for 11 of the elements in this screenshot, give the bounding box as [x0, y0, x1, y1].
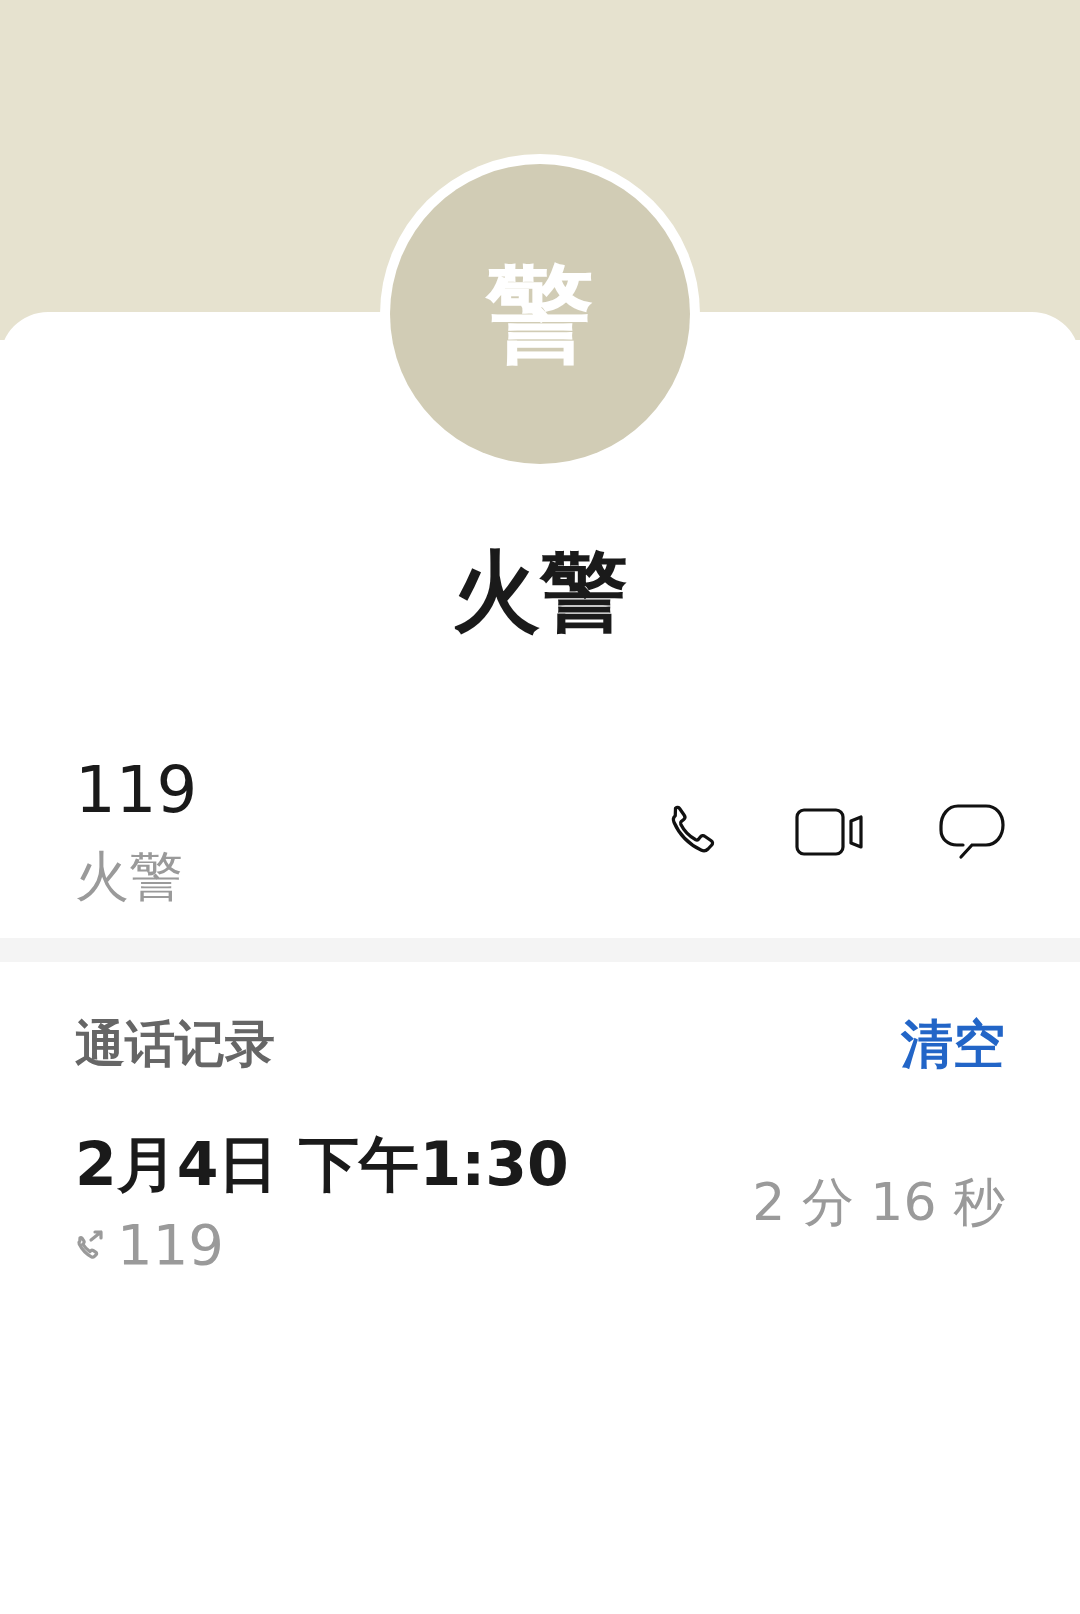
call-duration: 2 分 16 秒: [752, 1171, 1005, 1234]
phone-number: 119: [75, 752, 198, 828]
chat-bubble-icon[interactable]: [939, 803, 1005, 861]
call-date: 2月4日 下午1:30: [75, 1128, 569, 1201]
contact-name: 火警: [452, 540, 628, 644]
phone-label: 火警: [75, 844, 184, 910]
outgoing-call-icon: [75, 1228, 105, 1262]
avatar-initial: 警: [486, 260, 594, 368]
clear-button[interactable]: 清空: [901, 1012, 1005, 1076]
section-title: 通话记录: [75, 1014, 275, 1075]
call-number: 119: [117, 1212, 224, 1278]
